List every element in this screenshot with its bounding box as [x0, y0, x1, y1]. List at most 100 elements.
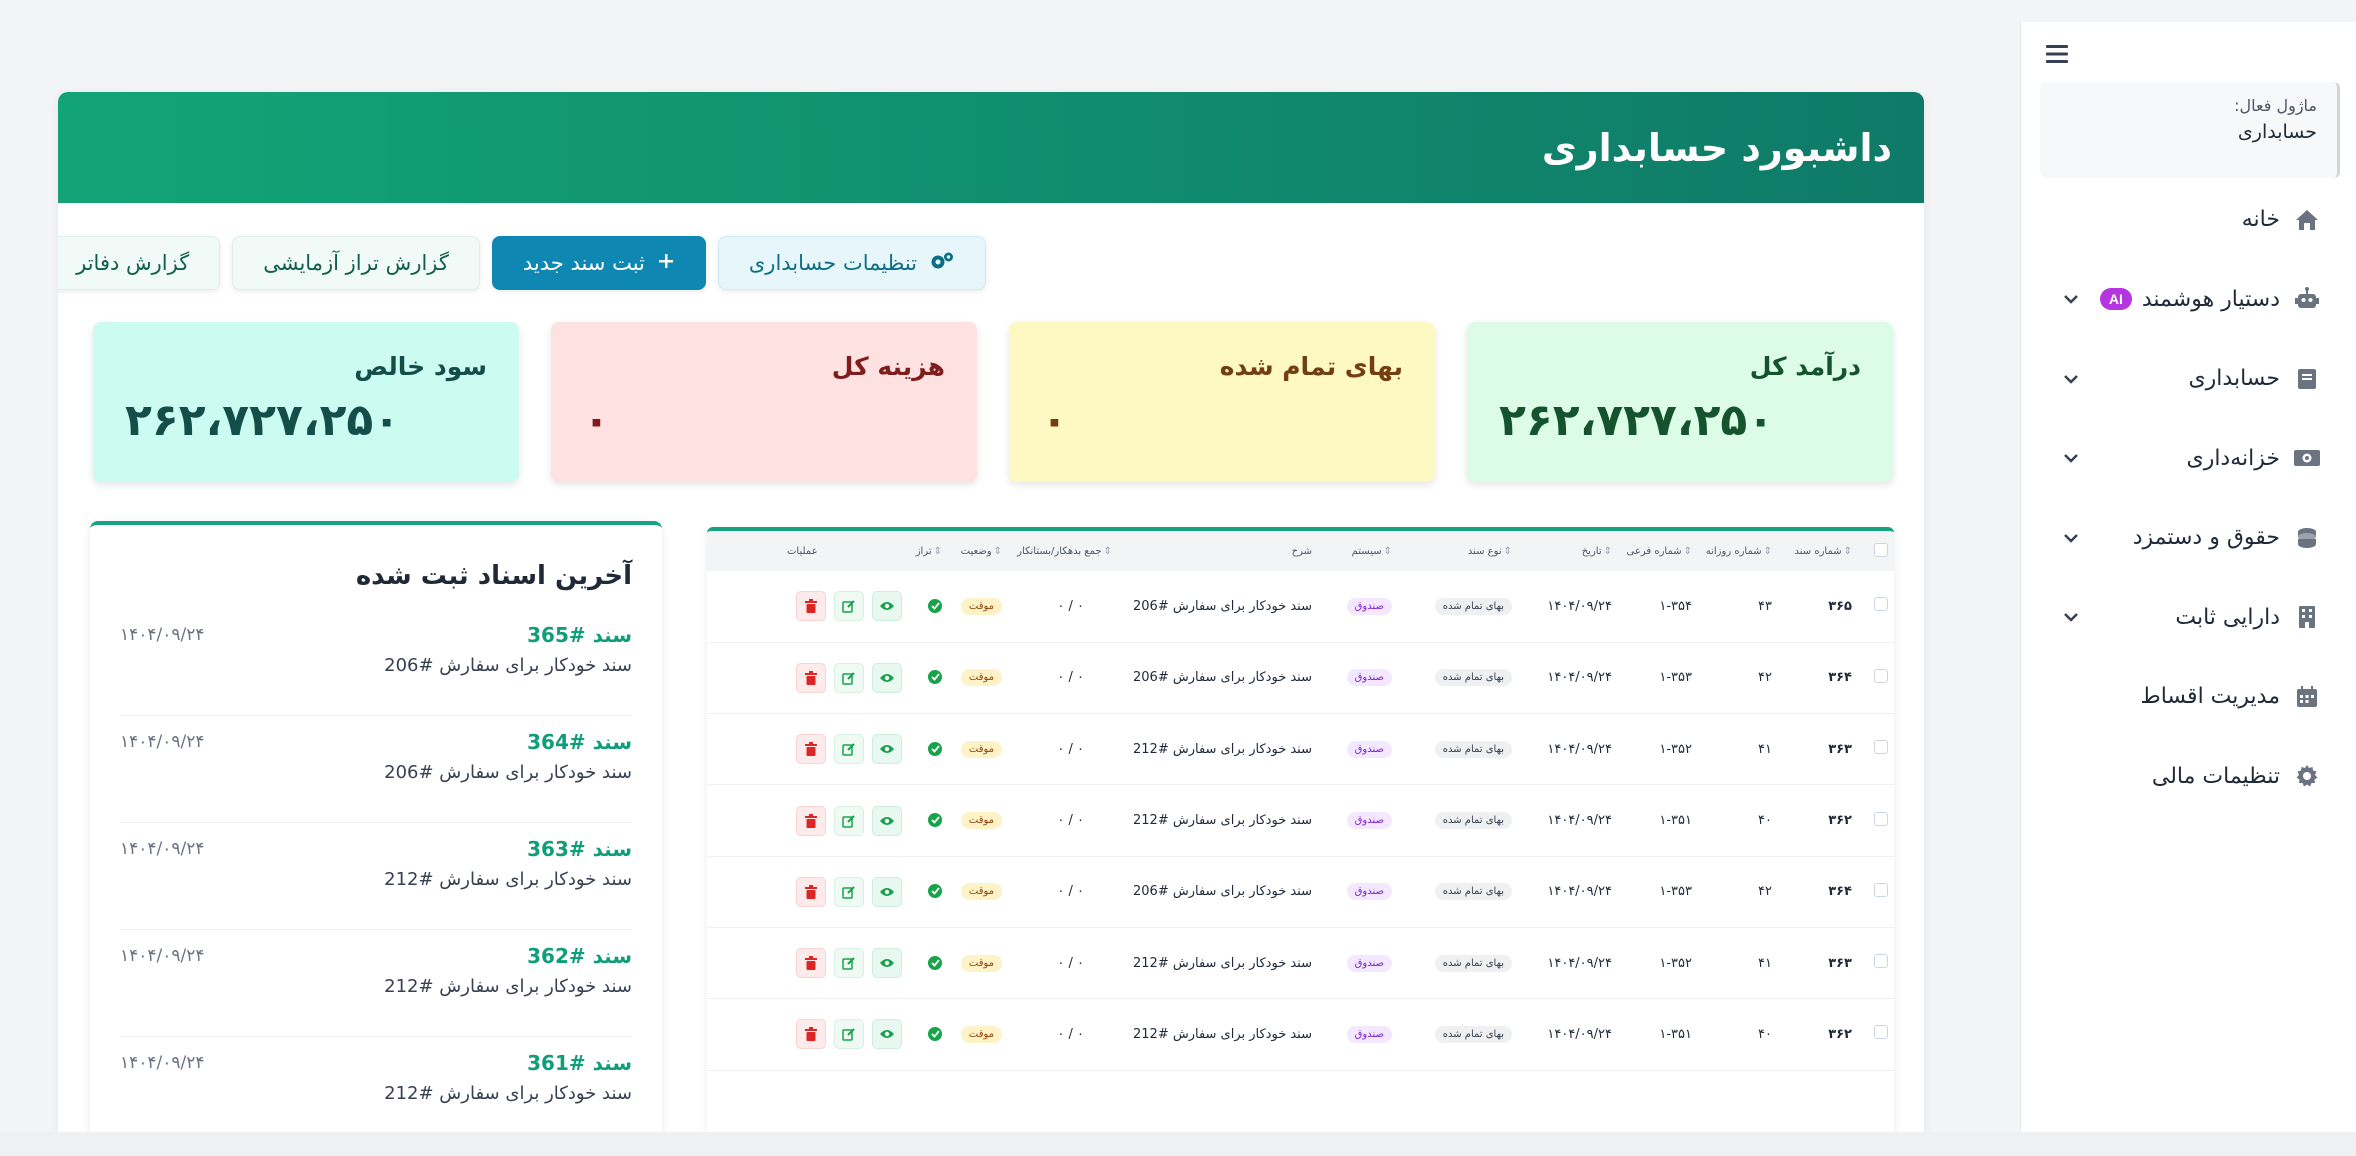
- list-item[interactable]: سند #363 سند خودکار برای سفارش #212 ۱۴۰۴…: [120, 823, 632, 930]
- column-header[interactable]: ⇕شماره روزانه: [1698, 531, 1778, 571]
- cell-date: ۱۴۰۴/۰۹/۲۴: [1547, 884, 1612, 900]
- view-eye-icon[interactable]: [872, 591, 902, 622]
- ledger-report-button[interactable]: گزارش دفاتر: [58, 236, 221, 290]
- status-chip: موقت: [960, 954, 1002, 972]
- row-checkbox[interactable]: [1874, 1025, 1888, 1040]
- column-header[interactable]: ⇕سیستم: [1318, 531, 1398, 571]
- edit-pencil-icon[interactable]: [834, 1019, 864, 1050]
- delete-trash-icon[interactable]: [796, 734, 826, 765]
- edit-pencil-icon[interactable]: [834, 948, 864, 979]
- balanced-check-icon: [928, 741, 942, 756]
- accounting-settings-button[interactable]: تنظیمات حسابداری: [717, 236, 986, 290]
- edit-pencil-icon[interactable]: [834, 662, 864, 693]
- recent-doc-description: سند خودکار برای سفارش #212: [384, 976, 632, 997]
- delete-trash-icon[interactable]: [796, 948, 826, 979]
- edit-pencil-icon[interactable]: [834, 805, 864, 836]
- table-row[interactable]: ۳۶۵ ۴۳ ۱-۳۵۴ ۱۴۰۴/۰۹/۲۴ بهای تمام شده صن…: [707, 571, 1894, 643]
- chevron-down-icon[interactable]: [2060, 606, 2082, 628]
- cell-daily-number: ۴۱: [1758, 955, 1772, 971]
- stat-card-total-revenue: درآمد کل ۲۶۲،۷۲۷،۲۵۰: [1467, 322, 1893, 482]
- view-eye-icon[interactable]: [872, 805, 902, 836]
- sidebar-item-treasury[interactable]: خزانه‌داری: [2020, 419, 2356, 499]
- row-checkbox[interactable]: [1874, 882, 1888, 897]
- recent-doc-date: ۱۴۰۴/۰۹/۲۴: [120, 839, 205, 859]
- list-item[interactable]: سند #362 سند خودکار برای سفارش #212 ۱۴۰۴…: [120, 930, 632, 1037]
- list-item[interactable]: سند #364 سند خودکار برای سفارش #206 ۱۴۰۴…: [120, 716, 632, 823]
- edit-pencil-icon[interactable]: [834, 591, 864, 622]
- table-row[interactable]: ۳۶۴ ۴۲ ۱-۳۵۳ ۱۴۰۴/۰۹/۲۴ بهای تمام شده صن…: [707, 642, 1894, 714]
- edit-pencil-icon[interactable]: [834, 734, 864, 765]
- chevron-down-icon[interactable]: [2060, 368, 2082, 390]
- stat-card-total-expense: هزینه کل ۰: [551, 322, 977, 482]
- active-module-label: ماژول فعال:: [2234, 96, 2317, 115]
- sidebar-item-financial-settings[interactable]: تنظیمات مالی: [2020, 737, 2356, 817]
- documents-table-panel: ⇕شماره سند ⇕شماره روزانه ⇕شماره فرعی ⇕تا…: [707, 527, 1894, 1156]
- column-header[interactable]: ⇕شماره سند: [1778, 531, 1858, 571]
- view-eye-icon[interactable]: [872, 948, 902, 979]
- sidebar-item-fixed-assets[interactable]: دارایی ثابت: [2020, 578, 2356, 658]
- select-all-checkbox[interactable]: [1874, 542, 1888, 557]
- sidebar-item-home[interactable]: خانه: [2020, 180, 2356, 260]
- row-actions: [727, 876, 902, 907]
- cell-description: سند خودکار برای سفارش #206: [1132, 884, 1312, 900]
- cell-debit-credit: ۰ / ۰: [1057, 741, 1084, 757]
- sidebar-item-label: تنظیمات مالی: [2151, 763, 2280, 789]
- cell-sub-number: ۱-۳۵۳: [1659, 884, 1692, 900]
- delete-trash-icon[interactable]: [796, 1019, 826, 1050]
- view-eye-icon[interactable]: [872, 662, 902, 693]
- trial-balance-label: گزارش تراز آزمایشی: [263, 251, 449, 275]
- sidebar-item-installments[interactable]: مدیریت اقساط: [2020, 657, 2356, 737]
- trial-balance-report-button[interactable]: گزارش تراز آزمایشی: [232, 236, 480, 290]
- delete-trash-icon[interactable]: [796, 876, 826, 907]
- list-item[interactable]: سند #365 سند خودکار برای سفارش #206 ۱۴۰۴…: [120, 609, 632, 716]
- column-header[interactable]: ⇕تراز: [908, 531, 948, 571]
- new-document-button[interactable]: ثبت سند جدید: [491, 236, 706, 290]
- row-checkbox[interactable]: [1874, 668, 1888, 683]
- delete-trash-icon[interactable]: [796, 805, 826, 836]
- column-header[interactable]: ⇕وضعیت: [948, 531, 1008, 571]
- sidebar-item-label: خانه: [2241, 207, 2280, 233]
- sidebar-item-accounting[interactable]: حسابداری: [2020, 339, 2356, 419]
- delete-trash-icon[interactable]: [796, 662, 826, 693]
- table-header-row: ⇕شماره سند ⇕شماره روزانه ⇕شماره فرعی ⇕تا…: [707, 531, 1894, 571]
- table-row[interactable]: ۳۶۴ ۴۲ ۱-۳۵۳ ۱۴۰۴/۰۹/۲۴ بهای تمام شده صن…: [707, 856, 1894, 928]
- edit-pencil-icon[interactable]: [834, 876, 864, 907]
- stat-title: درآمد کل: [1749, 352, 1861, 381]
- balanced-check-icon: [928, 813, 942, 828]
- documents-table: ⇕شماره سند ⇕شماره روزانه ⇕شماره فرعی ⇕تا…: [707, 531, 1894, 1071]
- recent-documents-panel: آخرین اسناد ثبت شده سند #365 سند خودکار …: [90, 521, 662, 1156]
- cell-description: سند خودکار برای سفارش #212: [1132, 813, 1312, 829]
- chevron-down-icon[interactable]: [2060, 288, 2082, 310]
- column-header[interactable]: ⇕جمع بدهکار/بستانکار: [1008, 531, 1118, 571]
- table-row[interactable]: ۳۶۲ ۴۰ ۱-۳۵۱ ۱۴۰۴/۰۹/۲۴ بهای تمام شده صن…: [707, 785, 1894, 857]
- status-chip: موقت: [960, 597, 1002, 615]
- view-eye-icon[interactable]: [872, 876, 902, 907]
- main-panel: داشبورد حسابداری تنظیمات حسابداری ثبت سن…: [58, 92, 1924, 1156]
- view-eye-icon[interactable]: [872, 1019, 902, 1050]
- row-checkbox[interactable]: [1874, 597, 1888, 612]
- column-header[interactable]: ⇕نوع سند: [1398, 531, 1518, 571]
- menu-toggle-icon[interactable]: [2040, 36, 2076, 72]
- sidebar-item-ai-assistant[interactable]: دستیار هوشمند AI: [2020, 260, 2356, 340]
- building-icon: [2292, 602, 2322, 632]
- cell-sub-number: ۱-۳۵۲: [1659, 955, 1692, 971]
- column-header[interactable]: ⇕تاریخ: [1518, 531, 1618, 571]
- stat-value: ۰: [1041, 395, 1068, 446]
- chevron-down-icon[interactable]: [2060, 527, 2082, 549]
- row-checkbox[interactable]: [1874, 811, 1888, 826]
- table-row[interactable]: ۳۶۳ ۴۱ ۱-۳۵۲ ۱۴۰۴/۰۹/۲۴ بهای تمام شده صن…: [707, 714, 1894, 785]
- cell-debit-credit: ۰ / ۰: [1057, 884, 1084, 900]
- table-row[interactable]: ۳۶۳ ۴۱ ۱-۳۵۲ ۱۴۰۴/۰۹/۲۴ بهای تمام شده صن…: [707, 927, 1894, 999]
- chevron-down-icon[interactable]: [2060, 447, 2082, 469]
- doc-type-chip: بهای تمام شده: [1434, 740, 1512, 758]
- row-checkbox[interactable]: [1874, 954, 1888, 969]
- delete-trash-icon[interactable]: [796, 591, 826, 622]
- column-header[interactable]: ⇕شماره فرعی: [1618, 531, 1698, 571]
- row-checkbox[interactable]: [1874, 740, 1888, 755]
- table-row[interactable]: ۳۶۲ ۴۰ ۱-۳۵۱ ۱۴۰۴/۰۹/۲۴ بهای تمام شده صن…: [707, 999, 1894, 1071]
- cell-debit-credit: ۰ / ۰: [1057, 670, 1084, 686]
- recent-doc-date: ۱۴۰۴/۰۹/۲۴: [120, 625, 205, 645]
- view-eye-icon[interactable]: [872, 734, 902, 765]
- sidebar-item-payroll[interactable]: حقوق و دستمزد: [2020, 498, 2356, 578]
- list-item[interactable]: سند #361 سند خودکار برای سفارش #212 ۱۴۰۴…: [120, 1037, 632, 1144]
